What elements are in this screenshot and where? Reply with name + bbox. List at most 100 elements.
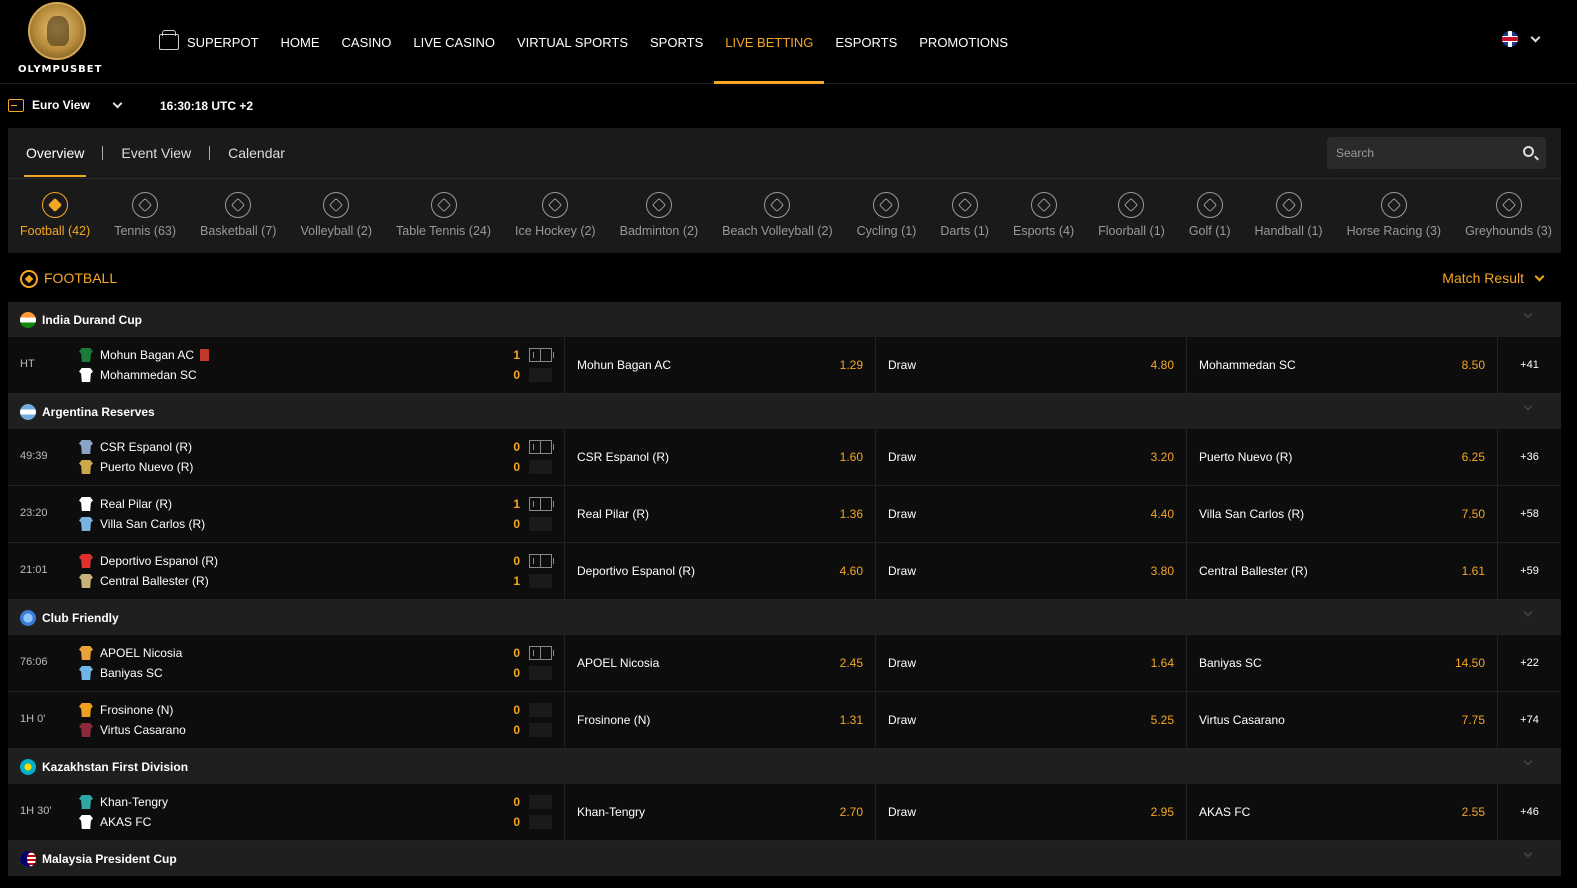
sport-label: Handball (1) (1254, 224, 1323, 238)
score-box (529, 795, 552, 809)
pitch-icon[interactable] (529, 646, 552, 660)
sport-filter-cycling[interactable]: Cycling (1) (845, 180, 929, 253)
odds-away-button[interactable]: Puerto Nuevo (R) 6.25 (1186, 429, 1497, 485)
odds-home-button[interactable]: Mohun Bagan AC 1.29 (564, 337, 875, 393)
odds-home-button[interactable]: Frosinone (N) 1.31 (564, 692, 875, 748)
odds-away-button[interactable]: AKAS FC 2.55 (1186, 784, 1497, 840)
pitch-icon[interactable] (529, 554, 552, 568)
match-row[interactable]: 49:39 CSR Espanol (R) Puerto Nuevo (R) 0 0 CS… (8, 429, 1561, 486)
match-row[interactable]: 76:06 APOEL Nicosia Baniyas SC 0 0 APOEL Nico… (8, 635, 1561, 692)
market-selector[interactable]: Match Result (1442, 270, 1545, 286)
brand-logo[interactable]: OLYMPUSBET (18, 2, 101, 78)
match-time: 49:39 (20, 450, 48, 462)
odds-draw-button[interactable]: Draw 4.80 (875, 337, 1186, 393)
sport-filter-tennis[interactable]: Tennis (63) (102, 180, 188, 253)
pitch-icon[interactable] (529, 497, 552, 511)
tab-calendar[interactable]: Calendar (210, 128, 303, 178)
score-box (529, 460, 552, 474)
nav-casino[interactable]: CASINO (331, 0, 403, 84)
match-time: 1H 0' (20, 713, 46, 725)
nav-live-casino[interactable]: LIVE CASINO (402, 0, 506, 84)
more-markets-button[interactable]: +74 (1497, 692, 1561, 748)
away-score: 0 (513, 460, 520, 474)
odds-away-button[interactable]: Virtus Casarano 7.75 (1186, 692, 1497, 748)
match-row[interactable]: 21:01 Deportivo Espanol (R) Central Balles… (8, 543, 1561, 600)
more-markets-button[interactable]: +22 (1497, 635, 1561, 691)
sport-label: Volleyball (2) (300, 224, 373, 238)
match-row[interactable]: 1H 30' Khan-Tengry AKAS FC 0 0 Khan-Tengry 2.7… (8, 784, 1561, 841)
odds-away-button[interactable]: Baniyas SC 14.50 (1186, 635, 1497, 691)
language-selector[interactable] (1502, 31, 1541, 47)
sport-filter-ice-hockey[interactable]: Ice Hockey (2) (503, 180, 608, 253)
sport-filter-handball[interactable]: Handball (1) (1243, 180, 1335, 253)
odds-draw-button[interactable]: Draw 1.64 (875, 635, 1186, 691)
odds-value: 1.29 (839, 358, 863, 372)
nav-superpot[interactable]: SUPERPOT (148, 0, 270, 84)
sport-filter-table-tennis[interactable]: Table Tennis (24) (384, 180, 503, 253)
league-name: Club Friendly (42, 611, 119, 625)
more-markets-button[interactable]: +41 (1497, 337, 1561, 393)
odds-draw-button[interactable]: Draw 3.20 (875, 429, 1186, 485)
pitch-icon[interactable] (529, 440, 552, 454)
chevron-down-icon[interactable] (1523, 309, 1533, 319)
more-markets-button[interactable]: +59 (1497, 543, 1561, 599)
odds-draw-button[interactable]: Draw 3.80 (875, 543, 1186, 599)
sport-label: Floorball (1) (1098, 224, 1165, 238)
search-icon[interactable] (1523, 146, 1534, 157)
search-box (1327, 137, 1546, 169)
nav-live-betting[interactable]: LIVE BETTING (714, 0, 825, 84)
nav-sports[interactable]: SPORTS (639, 0, 714, 84)
odds-home-button[interactable]: CSR Espanol (R) 1.60 (564, 429, 875, 485)
sport-filter-golf[interactable]: Golf (1) (1177, 180, 1243, 253)
team-shirt-icon (79, 460, 93, 474)
sport-filter-darts[interactable]: Darts (1) (928, 180, 1001, 253)
match-row[interactable]: 23:20 Real Pilar (R) Villa San Carlos (R) 1… (8, 486, 1561, 543)
odds-home-button[interactable]: Real Pilar (R) 1.36 (564, 486, 875, 542)
odds-draw-button[interactable]: Draw 2.95 (875, 784, 1186, 840)
tab-event-view[interactable]: Event View (103, 128, 209, 178)
league-header[interactable]: Malaysia President Cup (8, 841, 1561, 876)
sport-label: Badminton (2) (619, 224, 699, 238)
pitch-icon[interactable] (529, 348, 552, 362)
sport-filter-greyhounds[interactable]: Greyhounds (3) (1453, 180, 1564, 253)
odds-away-button[interactable]: Central Ballester (R) 1.61 (1186, 543, 1497, 599)
chevron-down-icon[interactable] (1523, 756, 1533, 766)
odds-home-button[interactable]: Deportivo Espanol (R) 4.60 (564, 543, 875, 599)
view-selector[interactable]: Euro View (8, 98, 123, 112)
odds-draw-button[interactable]: Draw 5.25 (875, 692, 1186, 748)
nav-virtual-sports[interactable]: VIRTUAL SPORTS (506, 0, 639, 84)
sport-filter-horse-racing[interactable]: Horse Racing (3) (1335, 180, 1453, 253)
league-header[interactable]: Argentina Reserves (8, 394, 1561, 429)
nav-promotions[interactable]: PROMOTIONS (908, 0, 1019, 84)
nav-esports[interactable]: ESPORTS (824, 0, 908, 84)
esports-icon (1030, 192, 1057, 218)
league-header[interactable]: Kazakhstan First Division (8, 749, 1561, 784)
sport-filter-football[interactable]: Football (42) (8, 180, 102, 253)
sport-filter-badminton[interactable]: Badminton (2) (608, 180, 711, 253)
chevron-down-icon[interactable] (1523, 401, 1533, 411)
match-row[interactable]: 1H 0' Frosinone (N) Virtus Casarano 0 0 Frosi… (8, 692, 1561, 749)
odds-home-button[interactable]: APOEL Nicosia 2.45 (564, 635, 875, 691)
odds-away-button[interactable]: Villa San Carlos (R) 7.50 (1186, 486, 1497, 542)
sport-filter-basketball[interactable]: Basketball (7) (188, 180, 288, 253)
more-markets-button[interactable]: +36 (1497, 429, 1561, 485)
sport-filter-floorball[interactable]: Floorball (1) (1086, 180, 1177, 253)
match-row[interactable]: HT Mohun Bagan AC Mohammedan SC 1 0 Mohun Bag… (8, 337, 1561, 394)
chevron-down-icon[interactable] (1523, 607, 1533, 617)
more-markets-button[interactable]: +46 (1497, 784, 1561, 840)
sport-filter-beach-volleyball[interactable]: Beach Volleyball (2) (710, 180, 844, 253)
tab-overview[interactable]: Overview (8, 128, 102, 178)
more-markets-button[interactable]: +58 (1497, 486, 1561, 542)
home-score: 0 (513, 646, 520, 660)
league-header[interactable]: India Durand Cup (8, 302, 1561, 337)
odds-home-button[interactable]: Khan-Tengry 2.70 (564, 784, 875, 840)
sport-filter-esports[interactable]: Esports (4) (1001, 180, 1086, 253)
sport-filter-volleyball[interactable]: Volleyball (2) (288, 180, 384, 253)
odds-draw-button[interactable]: Draw 4.40 (875, 486, 1186, 542)
chevron-down-icon[interactable] (1523, 848, 1533, 858)
odds-away-button[interactable]: Mohammedan SC 8.50 (1186, 337, 1497, 393)
league-header[interactable]: Club Friendly (8, 600, 1561, 635)
search-input[interactable] (1327, 137, 1507, 169)
nav-home[interactable]: HOME (270, 0, 331, 84)
odds-label: Real Pilar (R) (577, 507, 650, 521)
